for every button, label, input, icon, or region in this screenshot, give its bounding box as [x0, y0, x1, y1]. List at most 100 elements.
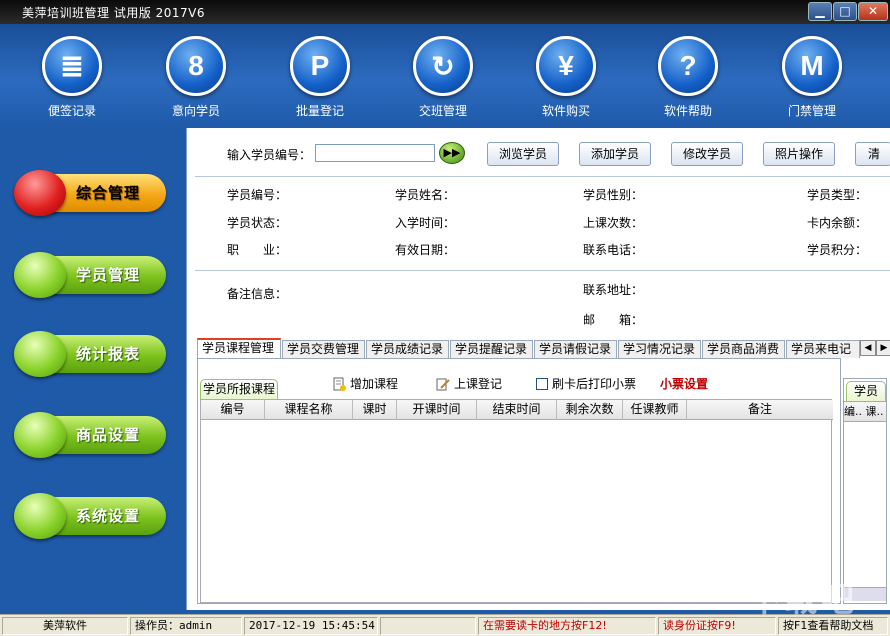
- nav-system-settings[interactable]: 系统设置: [14, 493, 168, 539]
- red-ball-icon: [14, 170, 66, 216]
- tab-course-management[interactable]: 学员课程管理: [197, 338, 281, 358]
- p-icon: P: [290, 36, 350, 96]
- col-header-remaining[interactable]: 剩余次数: [557, 400, 623, 420]
- valid-date-label: 有效日期：: [395, 243, 456, 257]
- print-receipt-checkbox[interactable]: 刷卡后打印小票: [536, 375, 636, 392]
- class-register-button[interactable]: 上课登记: [436, 375, 502, 392]
- student-no-search-label: 输入学员编号：: [227, 148, 312, 162]
- points-label: 学员积分：: [807, 243, 868, 257]
- print-receipt-label: 刷卡后打印小票: [552, 377, 637, 391]
- tab-score-records[interactable]: 学员成绩记录: [366, 340, 449, 358]
- receipt-settings-link[interactable]: 小票设置: [660, 375, 708, 392]
- status-label: 学员状态：: [227, 216, 288, 230]
- tab-study-records[interactable]: 学习情况记录: [618, 340, 701, 358]
- detail-tabs: 学员课程管理 学员交费管理 学员成绩记录 学员提醒记录 学员请假记录 学习情况记…: [197, 338, 890, 358]
- window-title: 美萍培训班管理 试用版 2017V6: [22, 6, 206, 20]
- toolbar-shift-management[interactable]: ↻ 交班管理: [398, 36, 488, 119]
- close-button[interactable]: ✕: [858, 2, 888, 21]
- tab-payment-management[interactable]: 学员交费管理: [282, 340, 365, 358]
- nav-product-settings[interactable]: 商品设置: [14, 412, 168, 458]
- green-ball-icon: [14, 252, 66, 298]
- tab-reminder-records[interactable]: 学员提醒记录: [450, 340, 533, 358]
- col-header-no[interactable]: 编号: [201, 400, 265, 420]
- toolbar-label: 软件帮助: [663, 104, 712, 118]
- occupation-label: 职 业：: [227, 243, 288, 257]
- class-count-label: 上课次数：: [583, 216, 644, 230]
- tab-scroll-right-icon[interactable]: ▶: [876, 340, 890, 356]
- side-subtab[interactable]: 学员: [846, 381, 886, 401]
- tab-product-consumption[interactable]: 学员商品消费: [702, 340, 785, 358]
- status-company: 美萍软件: [2, 617, 128, 635]
- main-panel: 输入学员编号： ▶▶ 浏览学员 添加学员 修改学员 照片操作 清 学员编号： 学…: [186, 128, 890, 610]
- nav-statistics-reports[interactable]: 统计报表: [14, 331, 168, 377]
- toolbar-label: 交班管理: [418, 104, 467, 118]
- divider: [195, 270, 890, 271]
- add-course-button[interactable]: 增加课程: [332, 375, 398, 392]
- green-ball-icon: [14, 493, 66, 539]
- edit-student-button[interactable]: 修改学员: [671, 142, 743, 166]
- search-row: 输入学员编号： ▶▶ 浏览学员 添加学员 修改学员 照片操作 清: [187, 128, 890, 178]
- remark-label: 备注信息：: [227, 287, 288, 301]
- toolbar-label: 意向学员: [171, 104, 220, 118]
- col-header-course-name[interactable]: 课程名称: [265, 400, 353, 420]
- maximize-button[interactable]: □: [833, 2, 857, 21]
- student-name-label: 学员姓名：: [395, 188, 456, 202]
- course-tab-content: 学员所报课程 增加课程 上课登记 刷卡后打印小票 小票设置 编号 课程名称 课时…: [197, 358, 841, 604]
- table-header: 编号 课程名称 课时 开课时间 结束时间 剩余次数 任课教师 备注: [201, 400, 833, 420]
- status-datetime: 2017-12-19 15:45:54: [244, 617, 378, 635]
- toolbar-notes[interactable]: ≣ 便签记录: [27, 36, 117, 119]
- photo-operations-button[interactable]: 照片操作: [763, 142, 835, 166]
- edit-document-icon: [436, 378, 450, 390]
- notepad-icon: ≣: [42, 36, 102, 96]
- toolbar-buy-software[interactable]: ¥ 软件购买: [521, 36, 611, 119]
- green-ball-icon: [14, 412, 66, 458]
- col-header-remark[interactable]: 备注: [687, 400, 833, 420]
- col-header-start-time[interactable]: 开课时间: [397, 400, 477, 420]
- side-panel: 学员 编.. 课..: [843, 378, 887, 604]
- student-no-label: 学员编号：: [227, 188, 288, 202]
- nav-general-management[interactable]: 综合管理: [14, 170, 168, 216]
- nav-student-management[interactable]: 学员管理: [14, 252, 168, 298]
- tab-scroll-left-icon[interactable]: ◀: [860, 340, 876, 356]
- courses-table[interactable]: 编号 课程名称 课时 开课时间 结束时间 剩余次数 任课教师 备注: [200, 399, 833, 603]
- toolbar-label: 软件购买: [541, 104, 590, 118]
- status-empty: [380, 617, 476, 635]
- class-register-label: 上课登记: [454, 377, 503, 391]
- add-student-button[interactable]: 添加学员: [579, 142, 651, 166]
- student-no-input[interactable]: [315, 144, 435, 162]
- col-header-hours[interactable]: 课时: [353, 400, 397, 420]
- enroll-time-label: 入学时间：: [395, 216, 456, 230]
- address-label: 联系地址：: [583, 283, 644, 297]
- title-bar: 美萍培训班管理 试用版 2017V6 ▁ □ ✕: [0, 0, 890, 24]
- type-label: 学员类型：: [807, 188, 868, 202]
- add-course-label: 增加课程: [350, 377, 399, 391]
- col-header-teacher[interactable]: 任课教师: [623, 400, 687, 420]
- operator-label: 操作员：: [135, 619, 179, 632]
- person-icon: 8: [166, 36, 226, 96]
- toolbar-help[interactable]: ? 软件帮助: [643, 36, 733, 119]
- status-operator: 操作员：admin: [130, 617, 242, 635]
- col-header-end-time[interactable]: 结束时间: [477, 400, 557, 420]
- add-document-icon: [333, 377, 346, 391]
- tab-leave-records[interactable]: 学员请假记录: [534, 340, 617, 358]
- main-toolbar: ≣ 便签记录 8 意向学员 P 批量登记 ↻ 交班管理 ¥ 软件购买 ? 软件帮…: [0, 24, 890, 128]
- yen-icon: ¥: [536, 36, 596, 96]
- side-table[interactable]: 编.. 课..: [844, 401, 886, 601]
- go-button[interactable]: ▶▶: [439, 142, 465, 164]
- toolbar-batch-register[interactable]: P 批量登记: [275, 36, 365, 119]
- refresh-icon: ↻: [413, 36, 473, 96]
- toolbar-access-control[interactable]: M 门禁管理: [767, 36, 857, 119]
- clear-button[interactable]: 清: [855, 142, 890, 166]
- card-balance-label: 卡内余额：: [807, 216, 868, 230]
- watermark: 下载吧: [748, 580, 856, 620]
- tab-call-records[interactable]: 学员来电记: [786, 340, 860, 358]
- toolbar-label: 门禁管理: [787, 104, 836, 118]
- checkbox-box[interactable]: [536, 377, 548, 390]
- minimize-button[interactable]: ▁: [808, 2, 832, 21]
- toolbar-prospective-students[interactable]: 8 意向学员: [151, 36, 241, 119]
- subtab-enrolled-courses[interactable]: 学员所报课程: [200, 379, 278, 399]
- green-ball-icon: [14, 331, 66, 377]
- postcode-label: 邮 箱：: [583, 313, 644, 327]
- browse-students-button[interactable]: 浏览学员: [487, 142, 559, 166]
- side-table-header: 编.. 课..: [844, 402, 886, 422]
